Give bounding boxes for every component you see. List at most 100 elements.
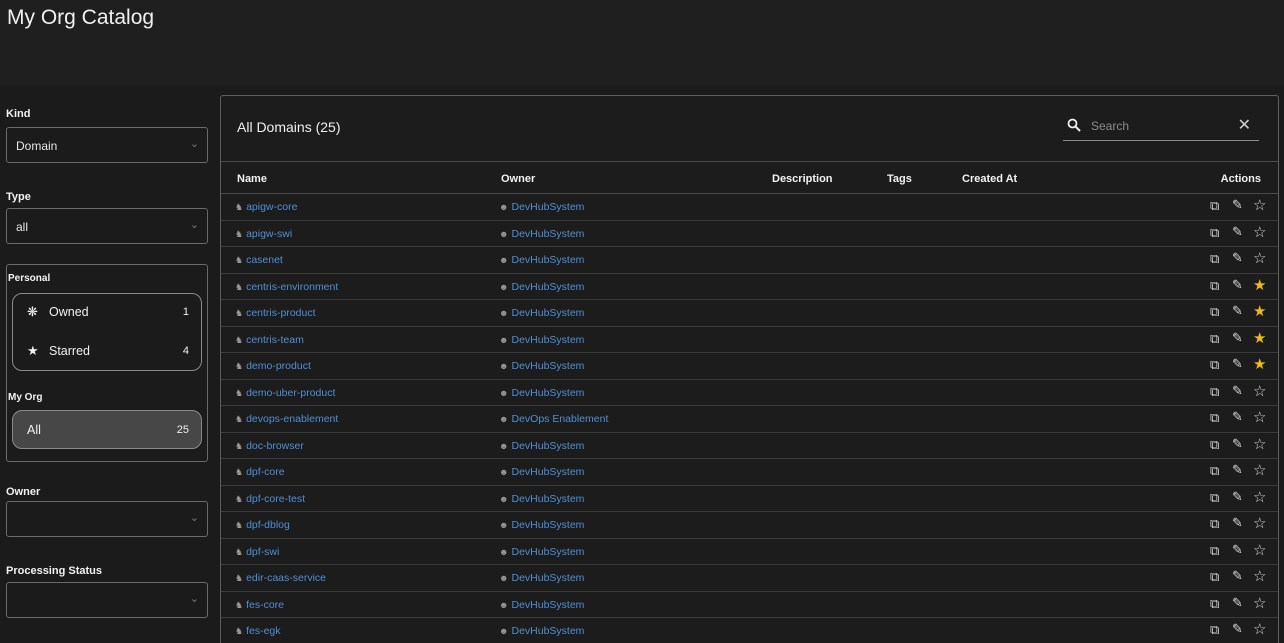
column-header-created-at[interactable]: Created At <box>962 173 1017 185</box>
all-filter-item[interactable]: All 25 <box>12 410 202 449</box>
owner-link[interactable]: ☻ DevHubSystem <box>499 599 584 611</box>
owner-link[interactable]: ☻ DevHubSystem <box>499 466 584 478</box>
pencil-icon[interactable]: ✎ <box>1232 489 1243 505</box>
pencil-icon[interactable]: ✎ <box>1232 224 1243 240</box>
open-in-new-icon[interactable]: ⧉ <box>1210 490 1219 506</box>
pencil-icon[interactable]: ✎ <box>1232 356 1243 372</box>
domain-name-link[interactable]: ♞ centris-product <box>235 307 316 319</box>
owner-link[interactable]: ☻ DevHubSystem <box>499 625 584 637</box>
star-icon[interactable]: ★ <box>1253 329 1266 347</box>
open-in-new-icon[interactable]: ⧉ <box>1210 596 1219 612</box>
open-in-new-icon[interactable]: ⧉ <box>1210 569 1219 585</box>
pencil-icon[interactable]: ✎ <box>1232 250 1243 266</box>
star-icon[interactable]: ☆ <box>1253 488 1266 506</box>
owner-link[interactable]: ☻ DevHubSystem <box>499 493 584 505</box>
open-in-new-icon[interactable]: ⧉ <box>1210 543 1219 559</box>
pencil-icon[interactable]: ✎ <box>1232 409 1243 425</box>
pencil-icon[interactable]: ✎ <box>1232 621 1243 637</box>
star-icon[interactable]: ☆ <box>1253 408 1266 426</box>
owner-link[interactable]: ☻ DevHubSystem <box>499 254 584 266</box>
pencil-icon[interactable]: ✎ <box>1232 568 1243 584</box>
column-header-description[interactable]: Description <box>772 173 833 185</box>
open-in-new-icon[interactable]: ⧉ <box>1210 331 1219 347</box>
owner-link[interactable]: ☻ DevHubSystem <box>499 307 584 319</box>
domain-name-link[interactable]: ♞ centris-environment <box>235 281 338 293</box>
domain-name-link[interactable]: ♞ demo-uber-product <box>235 387 335 399</box>
owner-link[interactable]: ☻ DevHubSystem <box>499 546 584 558</box>
open-in-new-icon[interactable]: ⧉ <box>1210 437 1219 453</box>
star-icon[interactable]: ☆ <box>1253 461 1266 479</box>
domain-name-link[interactable]: ♞ centris-team <box>235 334 304 346</box>
kind-select[interactable]: Domain ⌄ <box>6 127 208 163</box>
star-icon[interactable]: ☆ <box>1253 435 1266 453</box>
open-in-new-icon[interactable]: ⧉ <box>1210 410 1219 426</box>
owned-filter-item[interactable]: ❋ Owned 1 <box>13 294 201 332</box>
domain-name-link[interactable]: ♞ apigw-swi <box>235 228 292 240</box>
open-in-new-icon[interactable]: ⧉ <box>1210 304 1219 320</box>
open-in-new-icon[interactable]: ⧉ <box>1210 251 1219 267</box>
owner-link[interactable]: ☻ DevHubSystem <box>499 519 584 531</box>
domain-name-link[interactable]: ♞ dpf-swi <box>235 546 279 558</box>
open-in-new-icon[interactable]: ⧉ <box>1210 463 1219 479</box>
domain-name-link[interactable]: ♞ dpf-core <box>235 466 285 478</box>
owner-link[interactable]: ☻ DevHubSystem <box>499 228 584 240</box>
owner-link[interactable]: ☻ DevHubSystem <box>499 334 584 346</box>
owner-link[interactable]: ☻ DevHubSystem <box>499 572 584 584</box>
owner-link[interactable]: ☻ DevHubSystem <box>499 360 584 372</box>
open-in-new-icon[interactable]: ⧉ <box>1210 622 1219 638</box>
star-icon[interactable]: ☆ <box>1253 541 1266 559</box>
pencil-icon[interactable]: ✎ <box>1232 595 1243 611</box>
open-in-new-icon[interactable]: ⧉ <box>1210 384 1219 400</box>
star-icon[interactable]: ☆ <box>1253 223 1266 241</box>
owner-link[interactable]: ☻ DevHubSystem <box>499 440 584 452</box>
pencil-icon[interactable]: ✎ <box>1232 330 1243 346</box>
pencil-icon[interactable]: ✎ <box>1232 462 1243 478</box>
domain-name-link[interactable]: ♞ doc-browser <box>235 440 304 452</box>
domain-name-link[interactable]: ♞ dpf-dblog <box>235 519 290 531</box>
owner-select[interactable]: ⌄ <box>6 501 208 537</box>
star-icon[interactable]: ☆ <box>1253 196 1266 214</box>
owner-name-text: DevHubSystem <box>511 360 585 372</box>
domain-name-link[interactable]: ♞ casenet <box>235 254 283 266</box>
owner-link[interactable]: ☻ DevOps Enablement <box>499 413 608 425</box>
open-in-new-icon[interactable]: ⧉ <box>1210 225 1219 241</box>
open-in-new-icon[interactable]: ⧉ <box>1210 198 1219 214</box>
star-icon[interactable]: ☆ <box>1253 594 1266 612</box>
star-icon[interactable]: ☆ <box>1253 249 1266 267</box>
star-icon[interactable]: ☆ <box>1253 514 1266 532</box>
type-select[interactable]: all ⌄ <box>6 208 208 244</box>
open-in-new-icon[interactable]: ⧉ <box>1210 516 1219 532</box>
star-icon[interactable]: ★ <box>1253 276 1266 294</box>
owner-link[interactable]: ☻ DevHubSystem <box>499 201 584 213</box>
column-header-owner[interactable]: Owner <box>501 173 535 185</box>
open-in-new-icon[interactable]: ⧉ <box>1210 278 1219 294</box>
domain-name-link[interactable]: ♞ demo-product <box>235 360 311 372</box>
star-icon[interactable]: ☆ <box>1253 567 1266 585</box>
processing-status-select[interactable]: ⌄ <box>6 582 208 618</box>
pencil-icon[interactable]: ✎ <box>1232 277 1243 293</box>
domain-name-link[interactable]: ♞ edir-caas-service <box>235 572 326 584</box>
open-in-new-icon[interactable]: ⧉ <box>1210 357 1219 373</box>
pencil-icon[interactable]: ✎ <box>1232 436 1243 452</box>
owner-link[interactable]: ☻ DevHubSystem <box>499 387 584 399</box>
domain-name-link[interactable]: ♞ devops-enablement <box>235 413 338 425</box>
domain-name-link[interactable]: ♞ fes-core <box>235 599 284 611</box>
search-input[interactable] <box>1091 117 1221 135</box>
pencil-icon[interactable]: ✎ <box>1232 383 1243 399</box>
clear-search-icon[interactable]: ✕ <box>1238 115 1251 135</box>
starred-filter-item[interactable]: ★ Starred 4 <box>13 333 201 371</box>
domain-name-link[interactable]: ♞ apigw-core <box>235 201 297 213</box>
column-header-name[interactable]: Name <box>237 173 267 185</box>
star-icon[interactable]: ★ <box>1253 302 1266 320</box>
star-icon[interactable]: ☆ <box>1253 382 1266 400</box>
pencil-icon[interactable]: ✎ <box>1232 303 1243 319</box>
star-icon[interactable]: ★ <box>1253 355 1266 373</box>
pencil-icon[interactable]: ✎ <box>1232 515 1243 531</box>
domain-name-link[interactable]: ♞ dpf-core-test <box>235 493 305 505</box>
column-header-tags[interactable]: Tags <box>887 173 912 185</box>
domain-name-link[interactable]: ♞ fes-egk <box>235 625 281 637</box>
owner-link[interactable]: ☻ DevHubSystem <box>499 281 584 293</box>
pencil-icon[interactable]: ✎ <box>1232 542 1243 558</box>
pencil-icon[interactable]: ✎ <box>1232 197 1243 213</box>
star-icon[interactable]: ☆ <box>1253 620 1266 638</box>
